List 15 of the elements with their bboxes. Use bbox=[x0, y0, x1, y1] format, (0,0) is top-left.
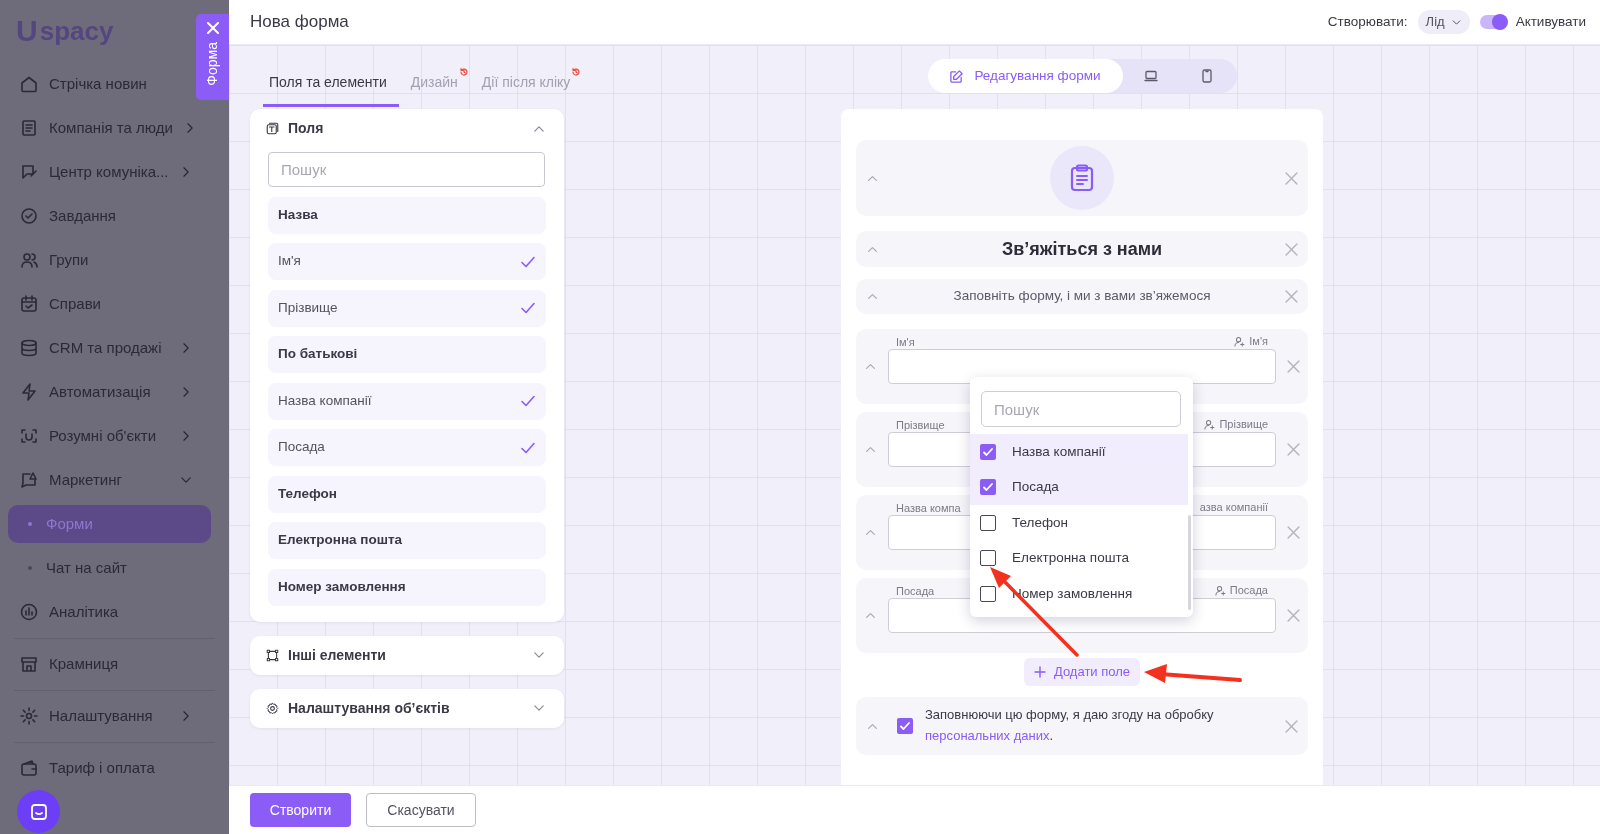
page-title: Нова форма bbox=[250, 11, 349, 34]
linked-field-label: Прізвище bbox=[1219, 417, 1268, 433]
form-subtitle: Заповніть форму, і ми з вами зв’яжемося bbox=[953, 287, 1211, 306]
create-label: Створювати: bbox=[1327, 12, 1408, 31]
linked-field-label: азва компанії bbox=[1199, 500, 1268, 516]
panel-label: Форма bbox=[203, 42, 221, 86]
field-label: Посада bbox=[896, 584, 935, 598]
field-label: Назва компа bbox=[896, 501, 961, 515]
field-label: Прізвище bbox=[896, 418, 945, 432]
field-label: Ім'я bbox=[896, 335, 915, 349]
toggle-label: Активувати bbox=[1515, 12, 1586, 31]
form-title: Зв’яжіться з нами bbox=[1001, 237, 1163, 261]
linked-field-label: Ім'я bbox=[1249, 334, 1268, 350]
consent-text: Заповнюючи цю форму, я даю згоду на обробку персональних даних. bbox=[925, 706, 1215, 745]
linked-field-label: Посада bbox=[1229, 583, 1268, 599]
